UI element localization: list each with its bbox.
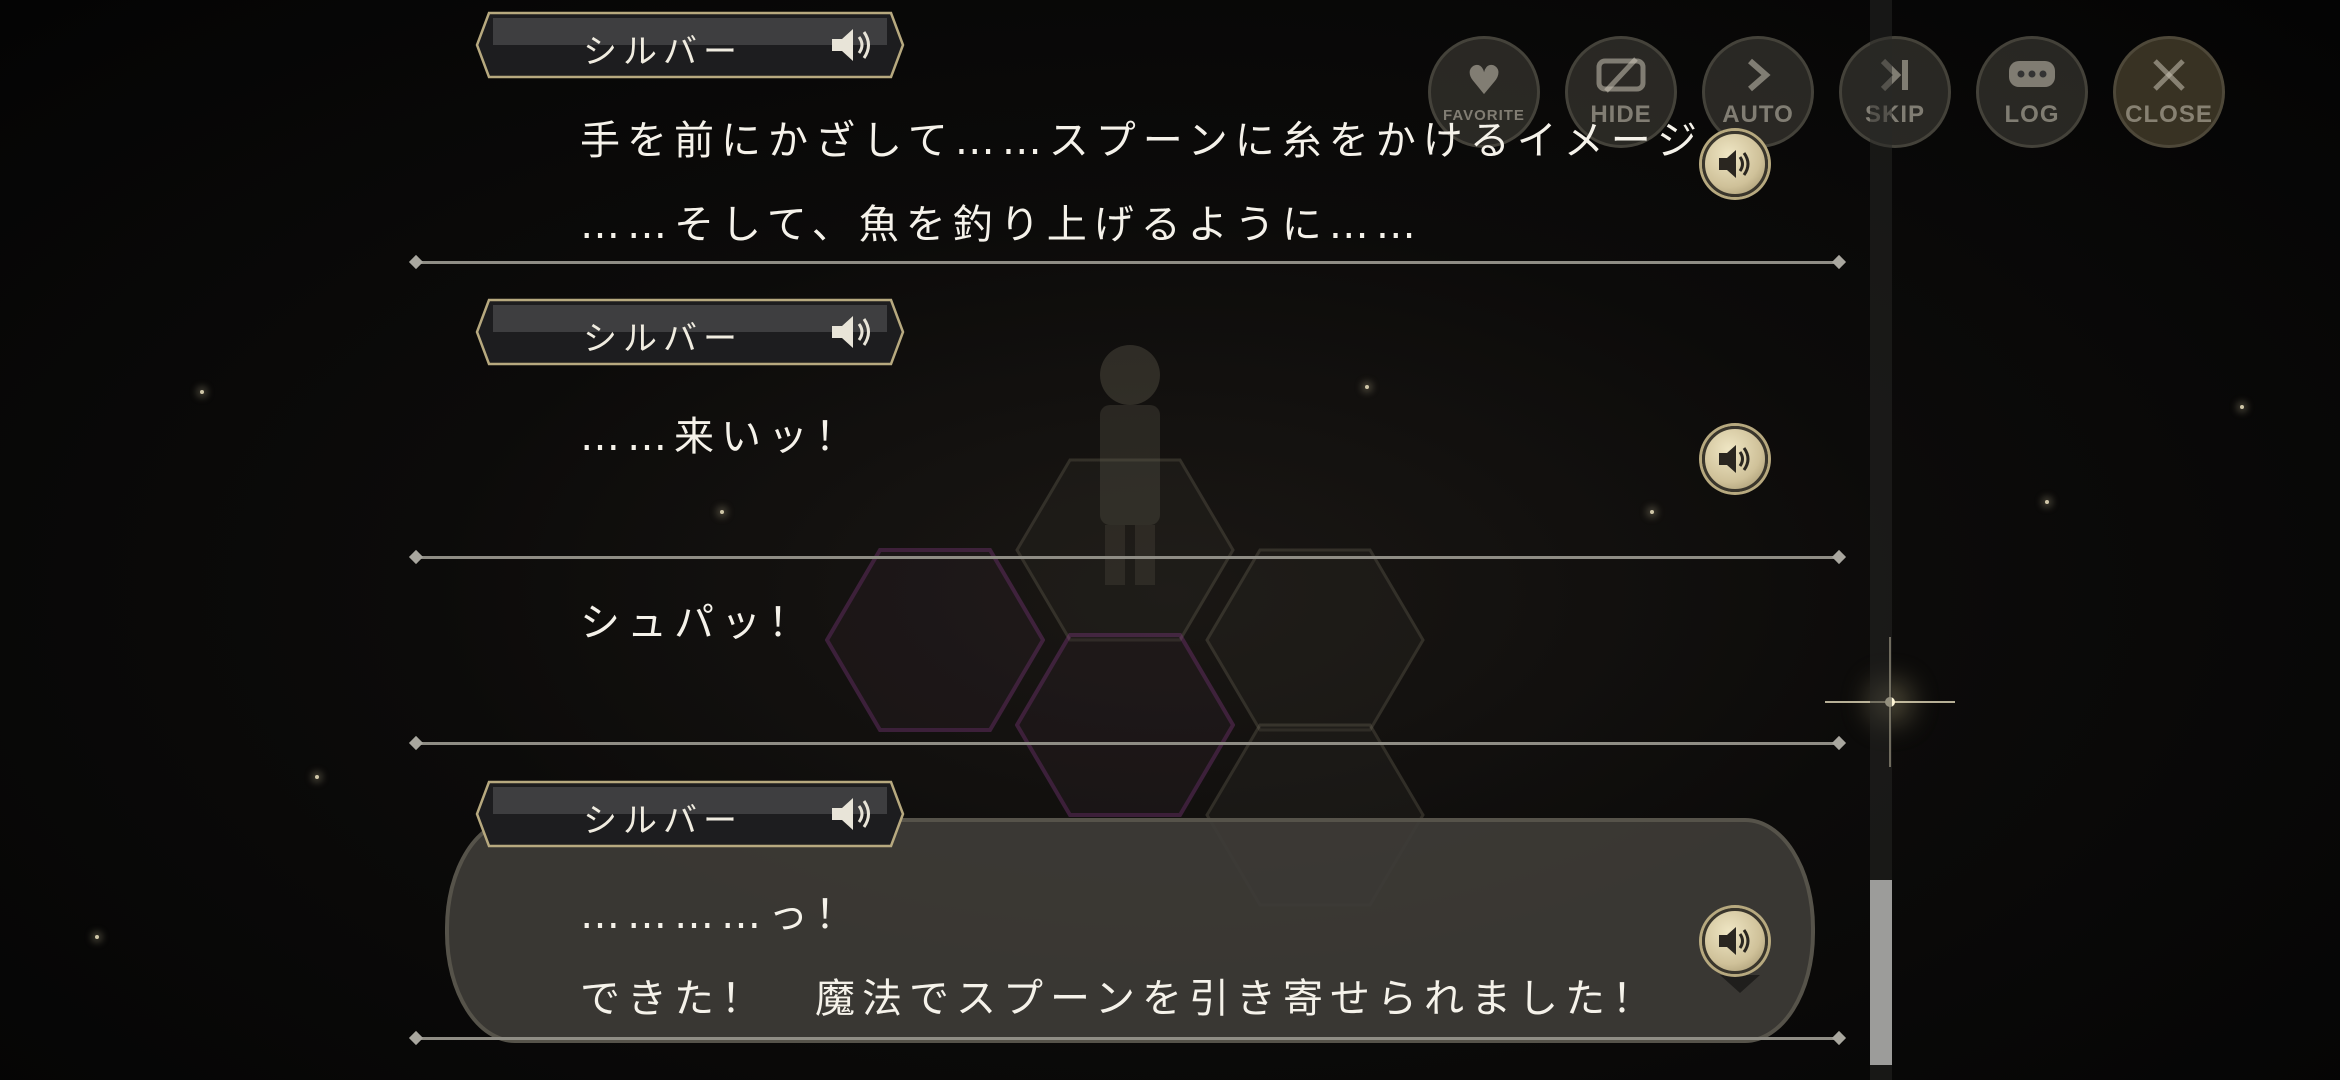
entry-divider (415, 556, 1840, 559)
speaker-nameplate: シルバー (475, 10, 905, 80)
entry-divider (415, 742, 1840, 745)
speaker-icon (1719, 150, 1750, 178)
speaker-icon (1719, 927, 1750, 955)
dialogue-line: できた！ 魔法でスプーンを引き寄せられました！ (580, 976, 1659, 1022)
speaker-nameplate: シルバー (475, 779, 905, 849)
speaker-icon (829, 25, 875, 65)
close-button[interactable]: CLOSE (2113, 36, 2225, 148)
chat-icon (2007, 55, 2057, 101)
close-icon (2149, 55, 2189, 101)
dialogue-log: シルバー 手を前にかざして……スプーンに糸をかけるイメージ ……そして、魚を釣り… (415, 0, 1840, 1080)
dialogue-line: ……そして、魚を釣り上げるように…… (580, 202, 1423, 248)
dialogue-line: …………っ！ (580, 892, 862, 938)
speaker-icon (829, 794, 875, 834)
entry-divider (415, 261, 1840, 264)
log-scrollbar-thumb[interactable] (1870, 880, 1892, 1065)
speaker-icon (1719, 445, 1750, 473)
dialogue-line: 手を前にかざして……スプーンに糸をかけるイメージ (580, 118, 1704, 164)
voice-replay-button[interactable] (1702, 131, 1768, 197)
log-button[interactable]: LOG (1976, 36, 2088, 148)
speaker-icon (829, 312, 875, 352)
narration-line: シュパッ！ (580, 600, 815, 646)
skip-button[interactable]: SKIP (1839, 36, 1951, 148)
voice-replay-button[interactable] (1702, 426, 1768, 492)
chevron-down-icon (1720, 975, 1760, 993)
speaker-nameplate: シルバー (475, 297, 905, 367)
voice-replay-button[interactable] (1702, 908, 1768, 974)
dialogue-line: ……来いッ！ (580, 414, 862, 460)
entry-divider (415, 1037, 1840, 1040)
